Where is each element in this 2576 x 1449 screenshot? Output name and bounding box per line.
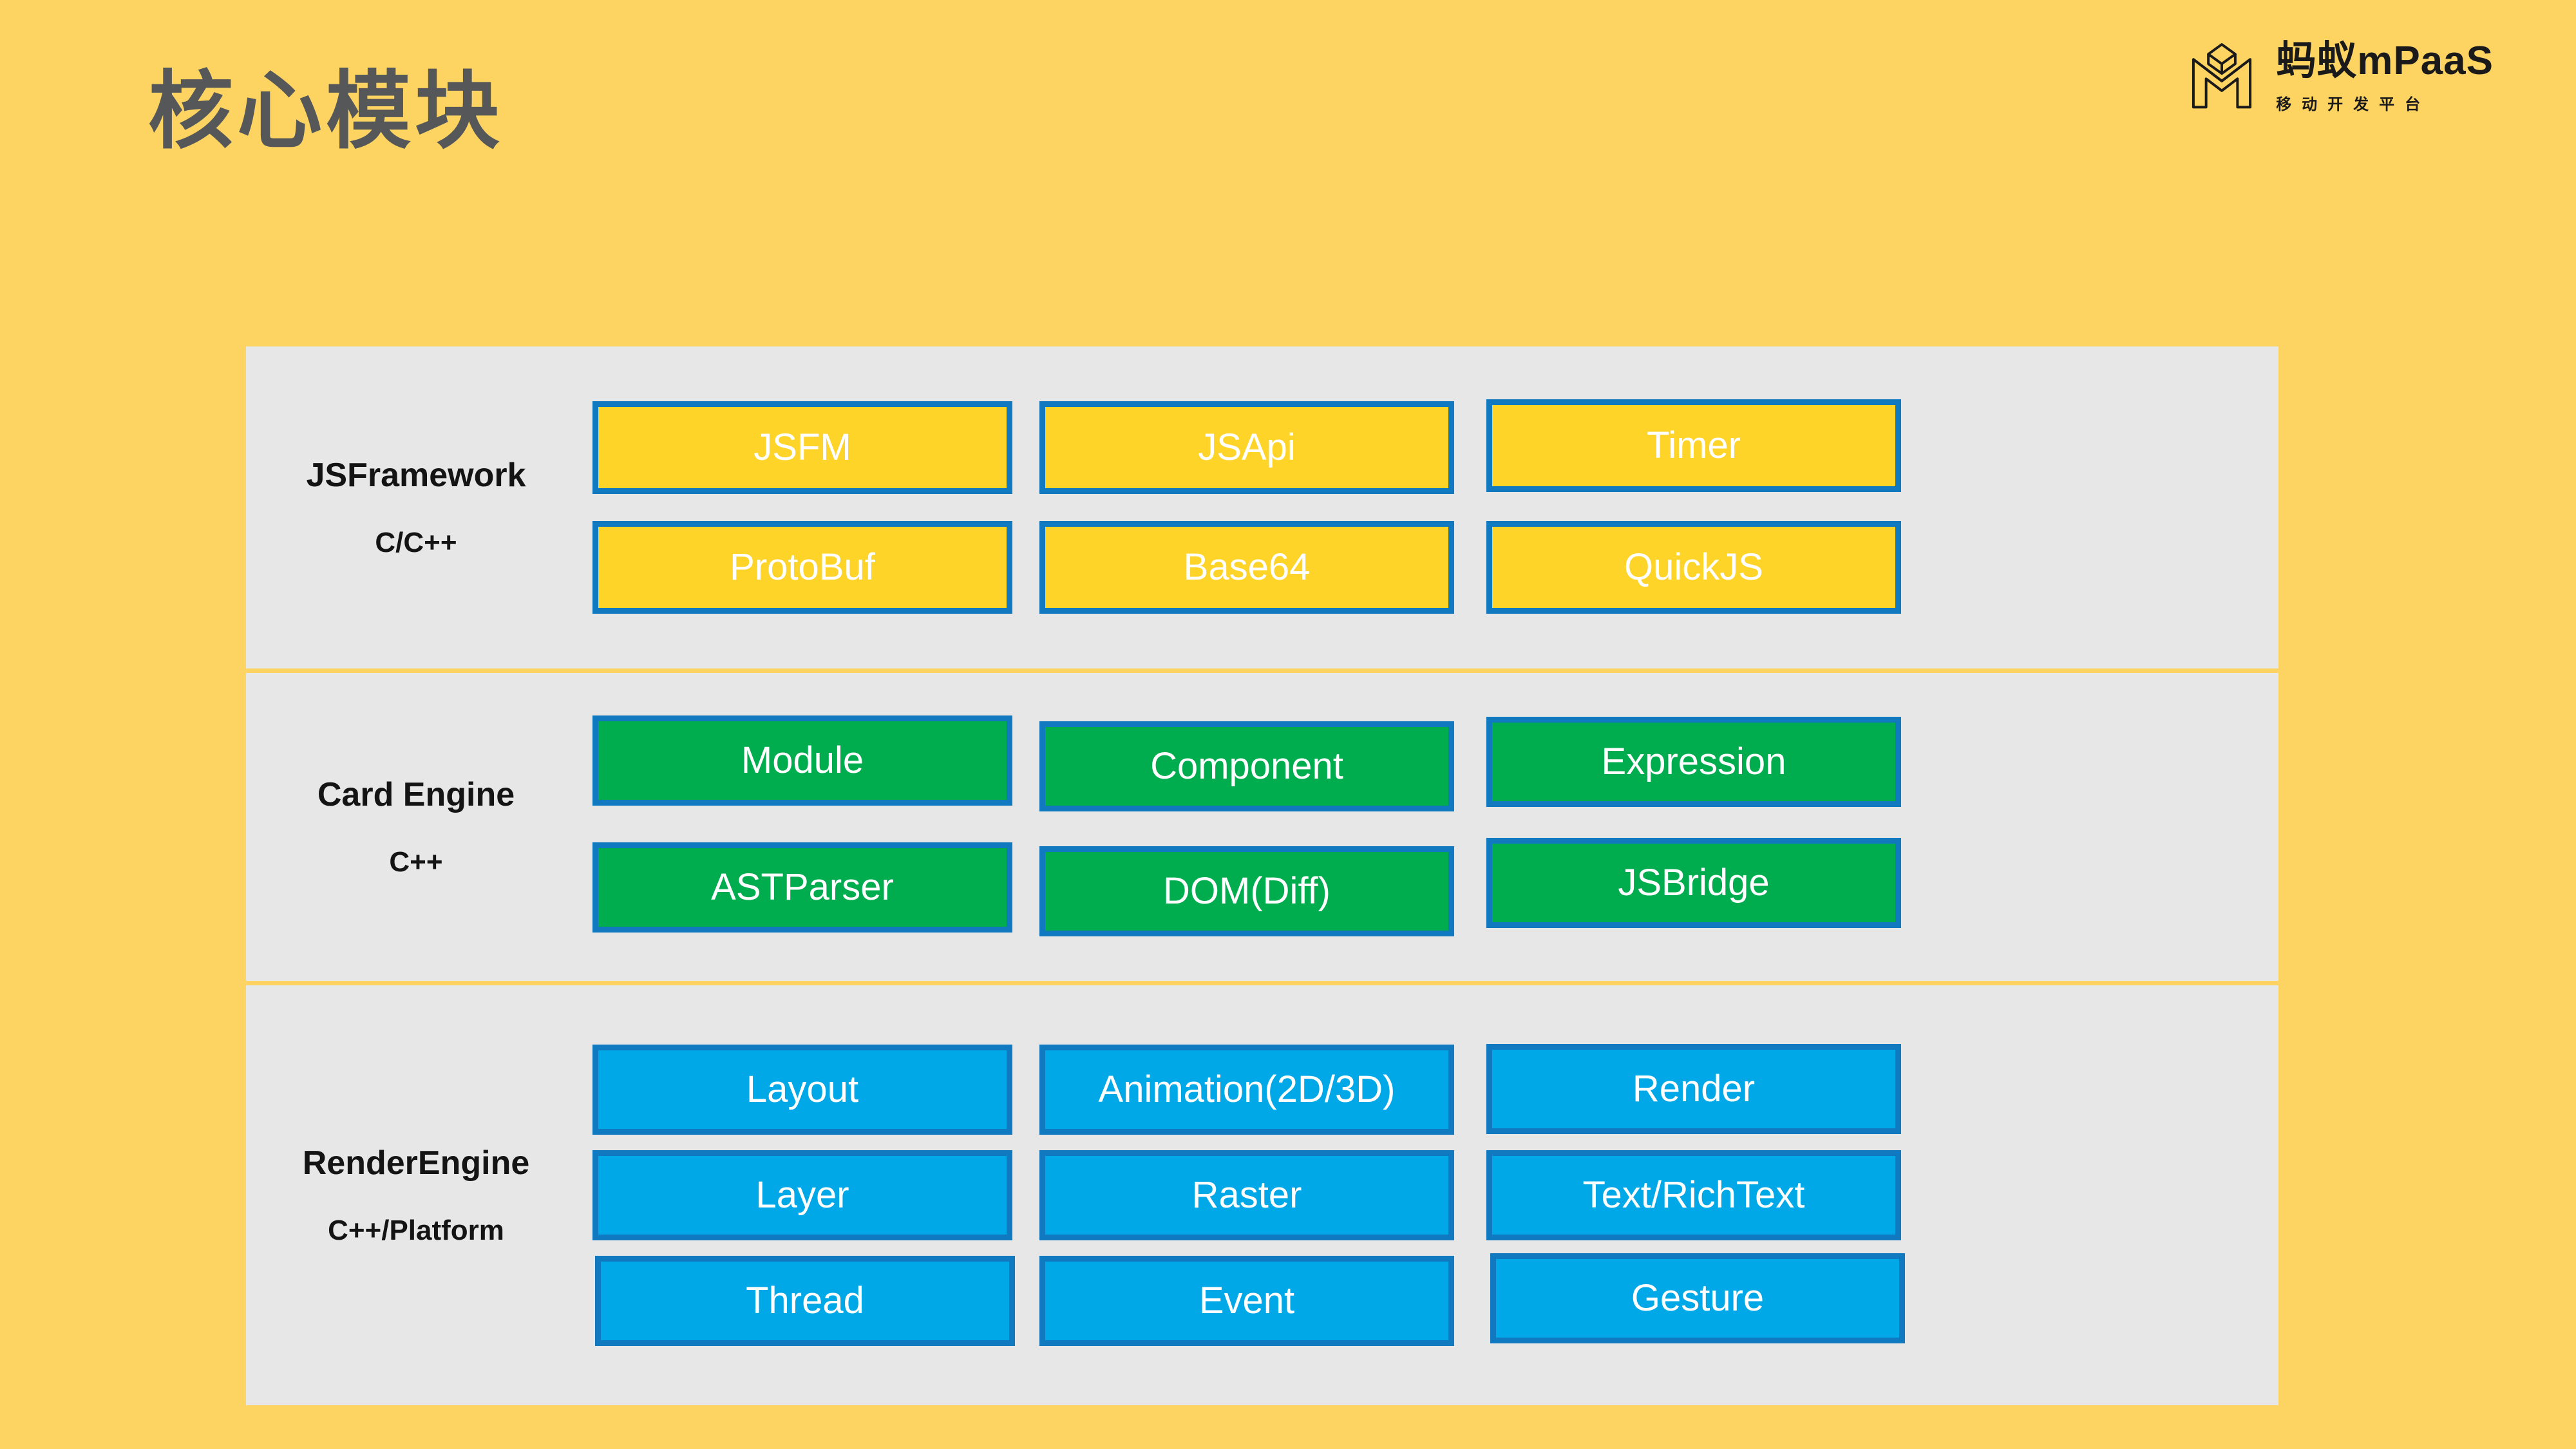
module-cell: Event xyxy=(1039,1256,1454,1346)
module-cell: Layout xyxy=(592,1045,1012,1135)
module-box-jsapi[interactable]: JSApi xyxy=(1039,401,1454,494)
module-box-timer[interactable]: Timer xyxy=(1486,399,1901,492)
module-box-animation-2d-3d[interactable]: Animation(2D/3D) xyxy=(1039,1045,1454,1135)
module-cell: Text/RichText xyxy=(1486,1150,1901,1240)
module-box-layout[interactable]: Layout xyxy=(592,1045,1012,1135)
layer-name: JSFramework xyxy=(306,456,526,495)
module-row: Thread Event Gesture xyxy=(592,1256,2259,1346)
module-box-jsfm[interactable]: JSFM xyxy=(592,401,1012,494)
layer-name: Card Engine xyxy=(317,775,515,814)
module-cell: Base64 xyxy=(1039,521,1454,614)
module-box-quickjs[interactable]: QuickJS xyxy=(1486,521,1901,614)
module-row: JSFM JSApi Timer xyxy=(592,401,2259,494)
module-cell: Component xyxy=(1039,717,1454,811)
module-box-module[interactable]: Module xyxy=(592,715,1012,806)
layer-language: C++ xyxy=(389,846,442,878)
layer-language: C++/Platform xyxy=(328,1215,504,1247)
layer-name: RenderEngine xyxy=(303,1144,530,1182)
module-cell: Animation(2D/3D) xyxy=(1039,1045,1454,1135)
brand-logo: 蚂蚁mPaaS 移动开发平台 xyxy=(2184,40,2494,115)
module-box-component[interactable]: Component xyxy=(1039,721,1454,811)
module-grid-cardengine: Module Component Expression ASTParser DOM(Di… xyxy=(592,673,2278,981)
module-cell: Raster xyxy=(1039,1150,1454,1240)
module-cell: Expression xyxy=(1486,722,1901,807)
brand-tagline: 移动开发平台 xyxy=(2276,91,2494,114)
layer-band-cardengine: Card Engine C++ Module Component Expression A… xyxy=(246,673,2278,981)
layer-language: C/C++ xyxy=(375,527,457,559)
module-cell: JSApi xyxy=(1039,401,1454,494)
brand-name: 蚂蚁mPaaS xyxy=(2276,41,2494,81)
mpaas-logo-icon xyxy=(2184,40,2259,115)
module-cell: Layer xyxy=(592,1150,1012,1240)
module-box-astparser[interactable]: ASTParser xyxy=(592,842,1012,933)
module-box-gesture[interactable]: Gesture xyxy=(1490,1253,1905,1343)
module-cell: JSBridge xyxy=(1486,847,1901,928)
module-row: Layout Animation(2D/3D) Render xyxy=(592,1045,2259,1135)
module-cell: DOM(Diff) xyxy=(1039,838,1454,936)
module-box-render[interactable]: Render xyxy=(1486,1044,1901,1134)
module-cell: QuickJS xyxy=(1486,521,1901,614)
module-cell: ProtoBuf xyxy=(592,521,1012,614)
module-cell: Gesture xyxy=(1490,1258,1905,1343)
module-box-expression[interactable]: Expression xyxy=(1486,717,1901,807)
module-box-jsbridge[interactable]: JSBridge xyxy=(1486,838,1901,928)
module-row: ASTParser DOM(Diff) JSBridge xyxy=(592,838,2259,936)
layer-label-jsframework: JSFramework C/C++ xyxy=(246,346,592,668)
module-cell: JSFM xyxy=(592,401,1012,494)
module-box-dom-diff[interactable]: DOM(Diff) xyxy=(1039,846,1454,936)
layer-band-renderengine: RenderEngine C++/Platform Layout Animation(… xyxy=(246,985,2278,1405)
module-box-layer[interactable]: Layer xyxy=(592,1150,1012,1240)
layer-label-renderengine: RenderEngine C++/Platform xyxy=(246,985,592,1405)
page-title: 核心模块 xyxy=(148,64,504,158)
module-cell: Render xyxy=(1486,1045,1901,1134)
layer-label-cardengine: Card Engine C++ xyxy=(246,673,592,981)
layer-band-jsframework: JSFramework C/C++ JSFM JSApi Timer ProtoBuf Ba… xyxy=(246,346,2278,668)
module-grid-jsframework: JSFM JSApi Timer ProtoBuf Base64 QuickJS xyxy=(592,346,2278,668)
brand-text: 蚂蚁mPaaS 移动开发平台 xyxy=(2276,41,2494,114)
module-row: ProtoBuf Base64 QuickJS xyxy=(592,521,2259,614)
module-cell: Timer xyxy=(1486,403,1901,492)
module-row: Layer Raster Text/RichText xyxy=(592,1150,2259,1240)
module-box-thread[interactable]: Thread xyxy=(595,1256,1015,1346)
module-row: Module Component Expression xyxy=(592,717,2259,811)
module-box-protobuf[interactable]: ProtoBuf xyxy=(592,521,1012,614)
module-box-text-richtext[interactable]: Text/RichText xyxy=(1486,1150,1901,1240)
module-grid-renderengine: Layout Animation(2D/3D) Render Layer Raster T… xyxy=(592,985,2278,1405)
module-cell: Thread xyxy=(595,1256,1015,1346)
module-cell: ASTParser xyxy=(592,842,1012,933)
module-box-base64[interactable]: Base64 xyxy=(1039,521,1454,614)
module-box-event[interactable]: Event xyxy=(1039,1256,1454,1346)
architecture-diagram: JSFramework C/C++ JSFM JSApi Timer ProtoBuf Ba… xyxy=(246,346,2278,1405)
module-box-raster[interactable]: Raster xyxy=(1039,1150,1454,1240)
module-cell: Module xyxy=(592,723,1012,806)
